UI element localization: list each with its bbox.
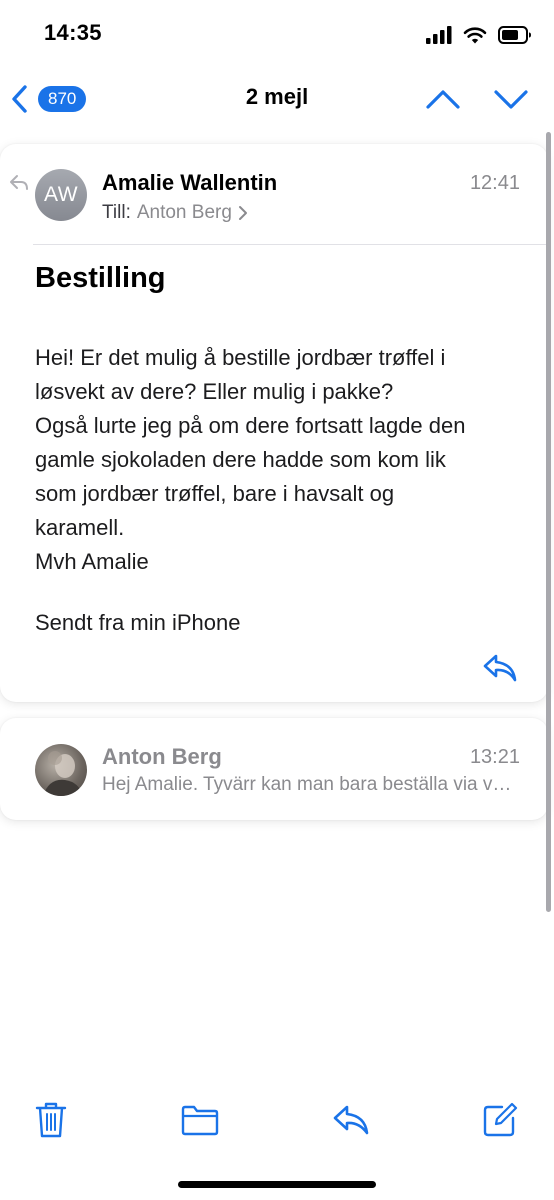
- reply-button[interactable]: [331, 1100, 371, 1140]
- replied-indicator-icon: [10, 175, 28, 190]
- nav-bar: 870 2 mejl: [0, 70, 554, 132]
- move-to-folder-button[interactable]: [180, 1100, 220, 1140]
- sender-name: Anton Berg: [102, 744, 222, 769]
- message-time: 13:21: [469, 746, 520, 768]
- scrollbar[interactable]: [546, 132, 551, 912]
- cellular-signal-icon: [426, 26, 452, 44]
- nav-title: 2 mejl: [245, 84, 309, 109]
- compose-icon: [483, 1102, 518, 1137]
- wifi-icon: [463, 26, 487, 43]
- to-label: Till:: [102, 202, 131, 223]
- message-card-expanded[interactable]: AW Amalie Wallentin Till: Anton Berg 12:…: [0, 144, 548, 702]
- sender-name: Amalie Wallentin: [102, 170, 278, 195]
- recipient-name: Anton Berg: [136, 202, 232, 223]
- avatar: [35, 744, 87, 796]
- compose-button[interactable]: [480, 1100, 520, 1140]
- status-icons: [426, 22, 532, 48]
- body-line: som jordbær trøffel, bare i havsalt og: [35, 481, 395, 506]
- delete-button[interactable]: [31, 1100, 71, 1140]
- reply-icon: [483, 654, 517, 682]
- trash-icon: [35, 1102, 67, 1138]
- next-message-button[interactable]: [493, 84, 529, 114]
- chevron-right-icon: [238, 206, 247, 220]
- body-line: Mvh Amalie: [35, 549, 149, 574]
- previous-message-button[interactable]: [425, 84, 461, 114]
- status-time: 14:35: [44, 20, 102, 45]
- body-line: Hei! Er det mulig å bestille jordbær trø…: [35, 345, 446, 370]
- body-line: Også lurte jeg på om dere fortsatt lagde…: [35, 413, 466, 438]
- reply-icon: [333, 1105, 369, 1135]
- body-line: karamell.: [35, 515, 125, 540]
- message-preview: Hej Amalie. Tyvärr kan man bara beställa…: [102, 774, 520, 795]
- recipient-line[interactable]: Till: Anton Berg: [102, 202, 248, 224]
- card-reply-button[interactable]: [482, 652, 518, 684]
- message-subject: Bestilling: [35, 262, 166, 294]
- folder-icon: [181, 1105, 219, 1136]
- chevron-up-icon: [426, 90, 460, 109]
- home-indicator[interactable]: [178, 1181, 376, 1188]
- mail-screen: 14:35 870 2 mejl AW Amalie Wallentin Til…: [0, 0, 554, 1200]
- body-line: løsvekt av dere? Eller mulig i pakke?: [35, 379, 394, 404]
- chevron-down-icon: [494, 90, 528, 109]
- body-line: gamle sjokoladen dere hadde som kom lik: [35, 447, 446, 472]
- message-time: 12:41: [469, 172, 520, 194]
- status-bar: 14:35: [0, 0, 554, 70]
- avatar-photo-icon: [43, 751, 83, 796]
- message-card-collapsed[interactable]: Anton Berg 13:21 Hej Amalie. Tyvärr kan …: [0, 718, 548, 820]
- thread-content: AW Amalie Wallentin Till: Anton Berg 12:…: [0, 132, 554, 1072]
- header-divider: [33, 244, 548, 245]
- message-signature: Sendt fra min iPhone: [35, 610, 241, 635]
- message-body: Hei! Er det mulig å bestille jordbær trø…: [35, 341, 535, 579]
- avatar: AW: [35, 169, 87, 221]
- battery-icon: [498, 26, 531, 44]
